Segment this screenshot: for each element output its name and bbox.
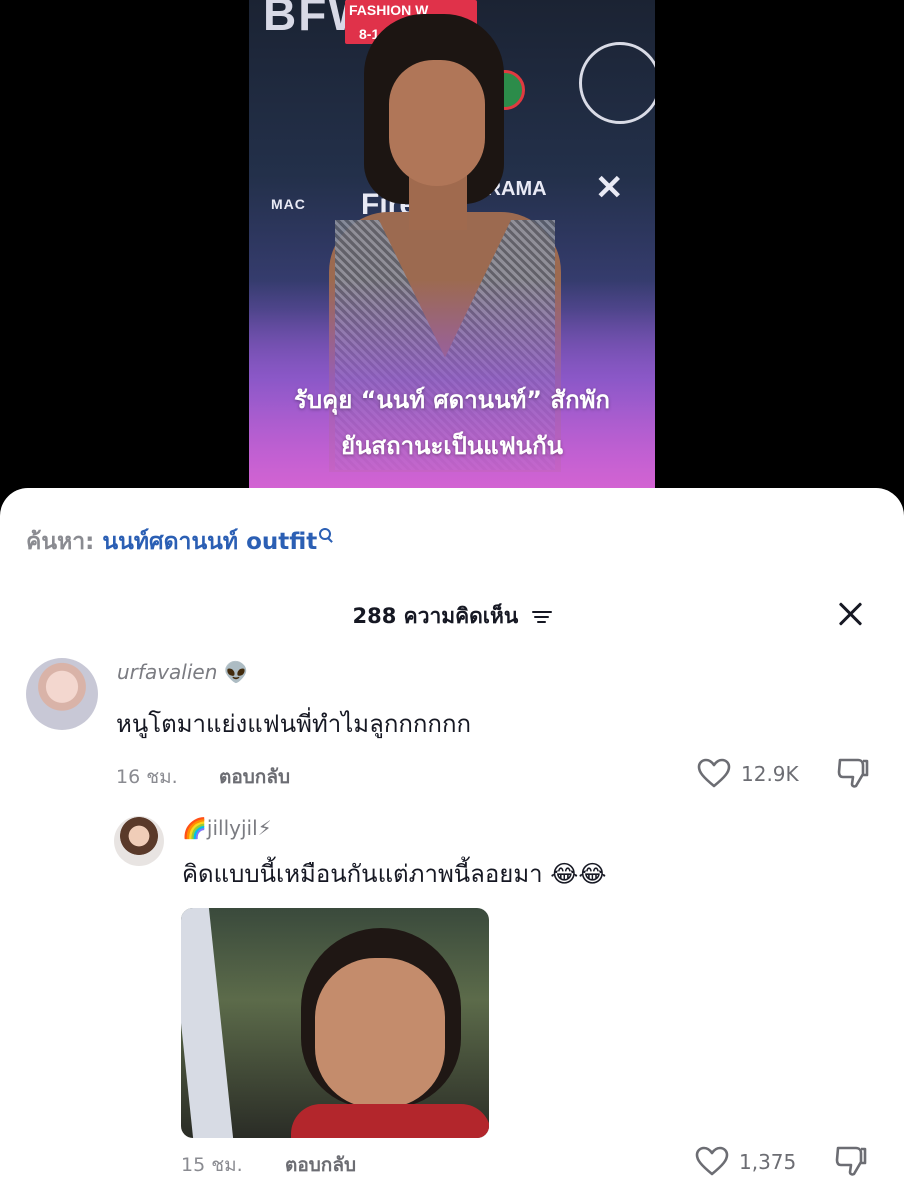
like-count: 12.9K	[741, 762, 799, 786]
username-text: urfavalien	[117, 660, 218, 684]
lightning-emoji: ⚡	[257, 816, 272, 840]
search-suggestion[interactable]: ค้นหา: นนท์ศดานนท์ outfit	[26, 524, 333, 560]
comment-time: 16 ชม.	[116, 766, 178, 788]
heart-icon[interactable]	[697, 758, 731, 788]
reply-button[interactable]: ตอบกลับ	[285, 1150, 356, 1180]
like-count: 1,375	[739, 1150, 797, 1174]
image-child-face	[315, 958, 445, 1108]
alien-emoji: 👽	[223, 660, 249, 684]
comment-text: คิดแบบนี้เหมือนกันแต่ภาพนี้ลอยมา 😂😂	[182, 860, 607, 888]
comment-username[interactable]: 🌈jillyjil⚡	[182, 816, 272, 840]
video-player[interactable]: BFW FASHION W 8-1 MAC Fire ORAMA ✕ รับคุ…	[249, 0, 655, 500]
comments-panel: ค้นหา: นนท์ศดานนท์ outfit 288 ความคิดเห็…	[0, 488, 904, 1200]
avatar[interactable]	[114, 816, 164, 866]
sponsor-logo	[579, 42, 655, 124]
search-icon	[319, 528, 333, 542]
image-child-dress	[291, 1104, 489, 1138]
comment-username[interactable]: urfavalien 👽	[117, 660, 249, 684]
video-caption-line2: ยันสถานะเป็นแฟนกัน	[340, 432, 564, 460]
comments-count-header: 288 ความคิดเห็น	[0, 600, 904, 633]
comment-text: หนูโตมาแย่งแฟนพี่ทำไมลูกกกกกก	[116, 710, 472, 738]
comment-image[interactable]	[181, 908, 489, 1138]
rainbow-emoji: 🌈	[182, 816, 207, 840]
username-text: jillyjil	[206, 816, 258, 840]
person-face	[389, 60, 485, 186]
search-label: ค้นหา:	[26, 529, 95, 555]
dislike-icon[interactable]	[834, 1144, 868, 1178]
image-background	[181, 908, 234, 1138]
banner-mac: MAC	[271, 196, 306, 212]
dislike-icon[interactable]	[836, 756, 870, 790]
reply-button[interactable]: ตอบกลับ	[219, 762, 290, 792]
comments-count: 288	[352, 604, 397, 628]
comment-time: 15 ชม.	[181, 1154, 243, 1176]
sort-filter-icon[interactable]	[531, 609, 552, 625]
close-icon[interactable]	[834, 598, 866, 630]
comments-label: ความคิดเห็น	[403, 604, 519, 628]
search-term[interactable]: นนท์ศดานนท์ outfit	[102, 529, 317, 555]
banner-x-logo: ✕	[595, 169, 624, 207]
avatar[interactable]	[26, 658, 98, 730]
heart-icon[interactable]	[695, 1146, 729, 1176]
video-caption-line1: รับคุย “นนท์ ศดานนท์” สักพัก	[294, 386, 610, 414]
